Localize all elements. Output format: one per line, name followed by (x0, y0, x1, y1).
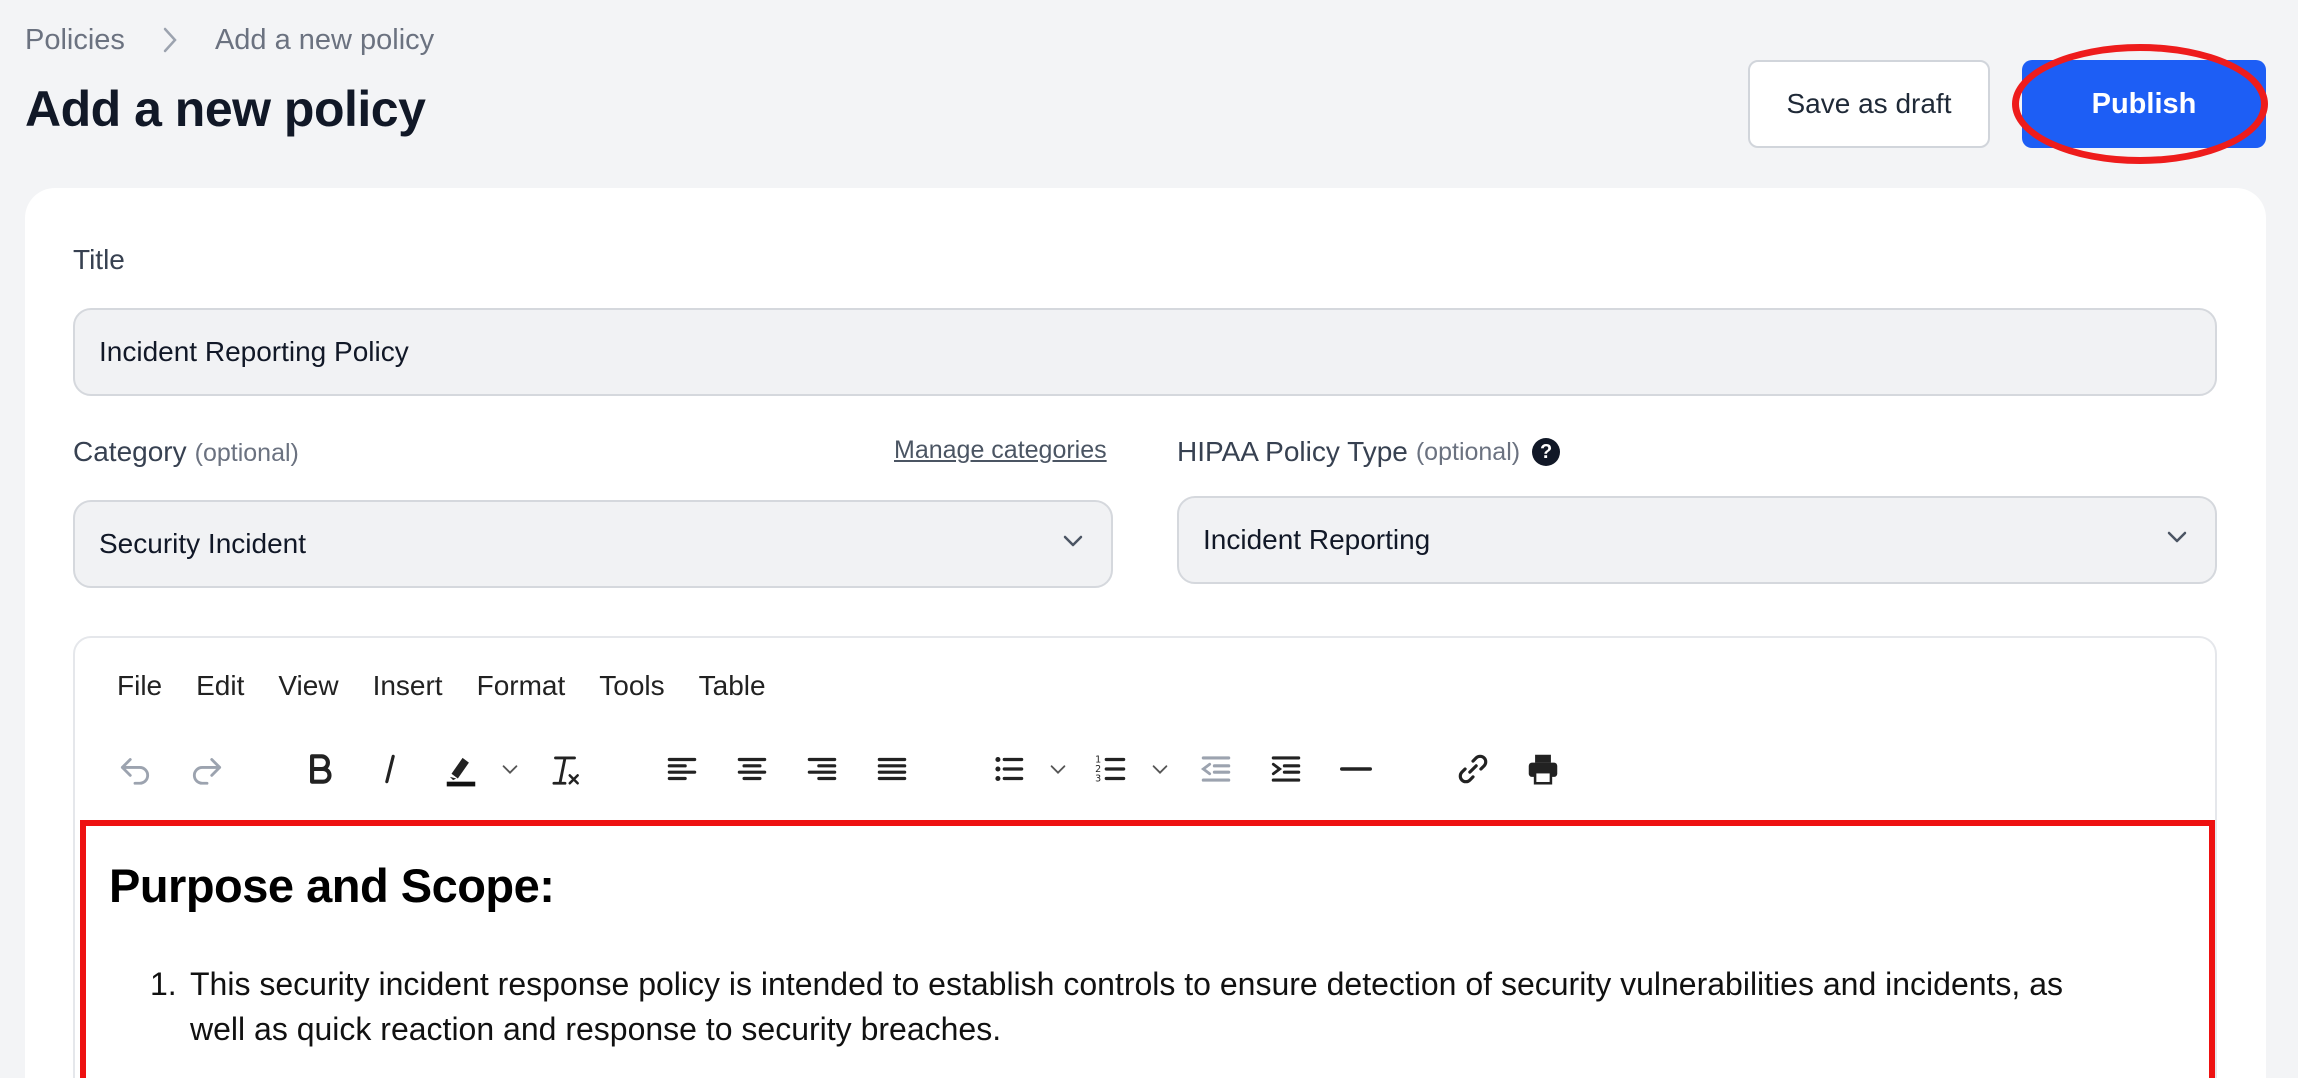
hipaa-label-text: HIPAA Policy Type (1177, 436, 1408, 467)
category-label: Category (optional) (73, 436, 299, 468)
menu-format[interactable]: Format (477, 670, 566, 702)
chevron-right-icon (125, 26, 215, 54)
menu-file[interactable]: File (117, 670, 162, 702)
list-item[interactable]: 1. This security incident response polic… (150, 962, 2150, 1052)
outdent-icon[interactable] (1193, 744, 1239, 794)
title-input[interactable] (73, 308, 2217, 396)
breadcrumb: Policies Add a new policy (25, 18, 434, 62)
content-heading[interactable]: Purpose and Scope: (109, 858, 555, 913)
menu-tools[interactable]: Tools (599, 670, 664, 702)
bullet-list-icon[interactable] (986, 744, 1032, 794)
highlight-icon[interactable] (438, 744, 484, 794)
save-draft-button[interactable]: Save as draft (1748, 60, 1990, 148)
chevron-down-icon (2165, 524, 2189, 556)
manage-categories-link[interactable]: Manage categories (894, 436, 1107, 465)
bold-icon[interactable] (297, 744, 343, 794)
breadcrumb-current: Add a new policy (214, 23, 435, 56)
breadcrumb-policies-link[interactable]: Policies (25, 24, 125, 57)
hipaa-type-select[interactable]: Incident Reporting (1177, 496, 2217, 584)
link-icon[interactable] (1450, 744, 1496, 794)
hipaa-select-value: Incident Reporting (1203, 524, 1431, 555)
category-select-value: Security Incident (99, 528, 306, 559)
highlight-dropdown-icon[interactable] (498, 744, 522, 794)
menu-insert[interactable]: Insert (373, 670, 443, 702)
hipaa-optional: (optional) (1415, 437, 1521, 466)
list-item-line-1: This security incident response policy i… (190, 966, 2063, 1002)
svg-text:3: 3 (1095, 774, 1101, 785)
list-item-number: 1. (150, 966, 177, 1002)
hipaa-type-label: HIPAA Policy Type (optional) ? (1177, 436, 1561, 468)
print-icon[interactable] (1520, 744, 1566, 794)
numbered-list-icon[interactable]: 123 (1088, 744, 1134, 794)
list-item-text: This security incident response policy i… (190, 962, 2063, 1052)
align-right-icon[interactable] (799, 744, 845, 794)
help-icon[interactable]: ? (1532, 438, 1561, 466)
chevron-down-icon (1061, 528, 1085, 560)
list-item-line-2: well as quick reaction and response to s… (190, 1011, 1002, 1047)
category-optional: (optional) (194, 439, 299, 467)
redo-icon[interactable] (184, 744, 230, 794)
publish-button[interactable]: Publish (2022, 60, 2266, 148)
clear-format-icon[interactable] (542, 744, 588, 794)
editor-menubar: File Edit View Insert Format Tools Table (117, 670, 766, 702)
undo-icon[interactable] (112, 744, 158, 794)
justify-icon[interactable] (869, 744, 915, 794)
horizontal-rule-icon[interactable] (1333, 744, 1379, 794)
bullet-list-dropdown-icon[interactable] (1046, 744, 1070, 794)
indent-icon[interactable] (1263, 744, 1309, 794)
menu-edit[interactable]: Edit (196, 670, 244, 702)
numbered-list-dropdown-icon[interactable] (1148, 744, 1172, 794)
page-title: Add a new policy (25, 81, 426, 137)
title-label: Title (73, 244, 125, 275)
italic-icon[interactable] (367, 744, 413, 794)
align-center-icon[interactable] (729, 744, 775, 794)
category-select[interactable]: Security Incident (73, 500, 1113, 588)
menu-view[interactable]: View (278, 670, 338, 702)
align-left-icon[interactable] (659, 744, 705, 794)
category-label-text: Category (73, 436, 187, 467)
menu-table[interactable]: Table (699, 670, 766, 702)
